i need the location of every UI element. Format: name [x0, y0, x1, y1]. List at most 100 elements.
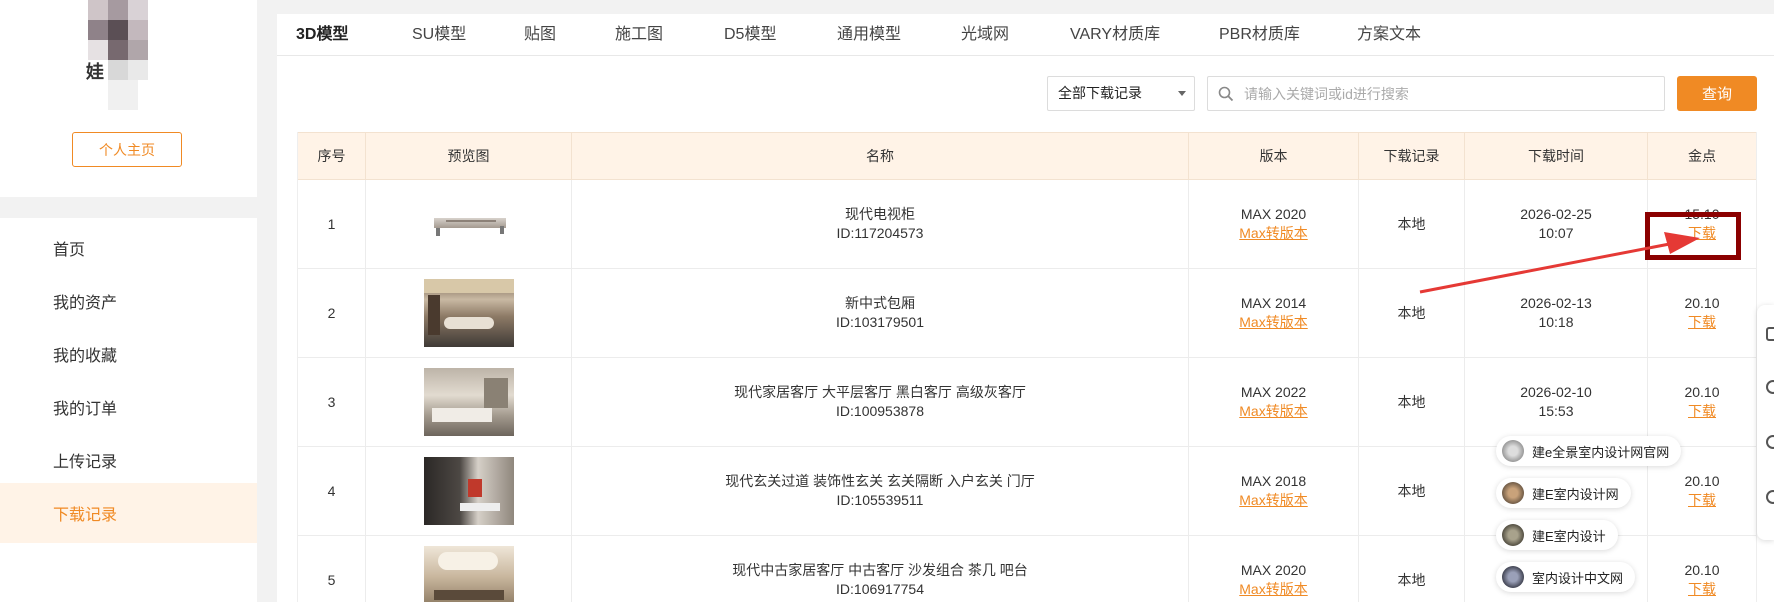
- category-tabs: 3D模型 SU模型 贴图 施工图 D5模型 通用模型 光域网 VARY材质库 P…: [277, 14, 1774, 56]
- row-index: 3: [298, 358, 366, 446]
- download-link[interactable]: 下载: [1688, 491, 1716, 510]
- version-cell: MAX 2020 Max转版本: [1189, 536, 1359, 602]
- chevron-down-icon: [1178, 91, 1186, 96]
- preview-image[interactable]: [423, 279, 514, 347]
- name-cell: 现代中古家居客厅 中古客厅 沙发组合 茶几 吧台 ID:106917754: [572, 536, 1189, 602]
- profile-name: 娃: [86, 62, 104, 82]
- time-cell: 2026-02-13 10:18: [1465, 269, 1648, 357]
- name-cell: 现代玄关过道 装饰性玄关 玄关隔断 入户玄关 门厅 ID:105539511: [572, 447, 1189, 535]
- table-header: 序号 预览图 名称 版本 下载记录 下载时间 金点: [298, 132, 1756, 180]
- version-cell: MAX 2020 Max转版本: [1189, 180, 1359, 268]
- tab-construction[interactable]: 施工图: [615, 14, 663, 56]
- col-header-index: 序号: [298, 133, 366, 179]
- row-index: 4: [298, 447, 366, 535]
- menu-item-downloads[interactable]: 下载记录: [0, 483, 257, 543]
- menu-item-uploads[interactable]: 上传记录: [0, 430, 257, 490]
- site-avatar-icon: [1502, 524, 1524, 546]
- col-header-version: 版本: [1189, 133, 1359, 179]
- main-panel: 3D模型 SU模型 贴图 施工图 D5模型 通用模型 光域网 VARY材质库 P…: [277, 14, 1774, 602]
- points-value: 20.10: [1684, 295, 1720, 311]
- search-box[interactable]: [1207, 76, 1665, 111]
- help-icon[interactable]: [1766, 490, 1774, 504]
- popup-site-design[interactable]: 建E室内设计网: [1496, 478, 1631, 508]
- convert-version-link[interactable]: Max转版本: [1239, 224, 1307, 243]
- version-cell: MAX 2014 Max转版本: [1189, 269, 1359, 357]
- download-link[interactable]: 下载: [1688, 402, 1716, 421]
- col-header-points: 金点: [1688, 148, 1716, 164]
- preview-image[interactable]: [423, 546, 514, 602]
- popup-site-official[interactable]: 建e全景室内设计网官网: [1496, 436, 1682, 466]
- tab-su-model[interactable]: SU模型: [412, 14, 466, 56]
- table-row: 2 新中式包厢 ID:103179501 MAX 2014 Max转版本 本地 …: [298, 269, 1756, 358]
- annotation-highlight-box: [1645, 212, 1741, 260]
- preview-image[interactable]: [423, 457, 514, 525]
- filter-selected-value: 全部下载记录: [1058, 85, 1142, 101]
- name-cell: 现代电视柜 ID:117204573: [572, 180, 1189, 268]
- query-button[interactable]: 查询: [1677, 76, 1757, 111]
- search-input[interactable]: [1244, 77, 1644, 110]
- chat-icon[interactable]: [1766, 380, 1774, 394]
- model-id: ID:106917754: [836, 581, 924, 597]
- model-name[interactable]: 新中式包厢: [845, 294, 915, 313]
- popup-site-interior[interactable]: 建E室内设计: [1496, 520, 1618, 550]
- popup-site-chinese[interactable]: 室内设计中文网: [1496, 562, 1636, 592]
- download-filter-select[interactable]: 全部下载记录: [1047, 76, 1195, 111]
- version-value: MAX 2020: [1240, 206, 1307, 222]
- model-name[interactable]: 现代玄关过道 装饰性玄关 玄关隔断 入户玄关 门厅: [725, 472, 1035, 491]
- model-name[interactable]: 现代中古家居客厅 中古客厅 沙发组合 茶几 吧台: [732, 561, 1028, 580]
- record-cell: 本地: [1359, 358, 1465, 446]
- name-cell: 新中式包厢 ID:103179501: [572, 269, 1189, 357]
- convert-version-link[interactable]: Max转版本: [1239, 402, 1307, 421]
- model-id: ID:105539511: [836, 492, 924, 508]
- tab-pbr-material[interactable]: PBR材质库: [1219, 14, 1300, 56]
- feedback-icon[interactable]: [1766, 435, 1774, 449]
- version-value: MAX 2020: [1240, 562, 1307, 578]
- popup-label: 室内设计中文网: [1532, 570, 1624, 586]
- time-cell: 2026-02-25 10:07: [1465, 180, 1648, 268]
- convert-version-link[interactable]: Max转版本: [1239, 491, 1307, 510]
- tab-scheme-text[interactable]: 方案文本: [1357, 14, 1421, 56]
- preview-image[interactable]: [423, 368, 514, 436]
- row-index: 1: [298, 180, 366, 268]
- col-header-preview: 预览图: [366, 133, 572, 179]
- tab-3d-model[interactable]: 3D模型: [296, 14, 348, 56]
- download-link[interactable]: 下载: [1688, 580, 1716, 599]
- tab-ies[interactable]: 光域网: [961, 14, 1009, 56]
- floating-toolbar: [1757, 305, 1774, 540]
- model-name[interactable]: 现代电视柜: [845, 205, 915, 224]
- record-cell: 本地: [1359, 536, 1465, 602]
- download-date: 2026-02-25: [1520, 206, 1592, 222]
- menu-item-orders[interactable]: 我的订单: [0, 377, 257, 437]
- personal-home-button[interactable]: 个人主页: [72, 132, 182, 167]
- popup-label: 建E室内设计网: [1532, 486, 1619, 502]
- tab-d5-model[interactable]: D5模型: [724, 14, 776, 56]
- search-icon: [1218, 86, 1234, 102]
- model-name[interactable]: 现代家居客厅 大平层客厅 黑白客厅 高级灰客厅: [734, 383, 1026, 402]
- convert-version-link[interactable]: Max转版本: [1239, 580, 1307, 599]
- tab-general-model[interactable]: 通用模型: [837, 14, 901, 56]
- headset-icon[interactable]: [1766, 327, 1774, 341]
- tab-texture[interactable]: 贴图: [524, 14, 556, 56]
- col-header-time: 下载时间: [1465, 133, 1648, 179]
- popup-label: 建E室内设计: [1532, 528, 1606, 544]
- preview-image[interactable]: [423, 190, 514, 258]
- menu-item-assets[interactable]: 我的资产: [0, 271, 257, 331]
- download-link[interactable]: 下载: [1688, 313, 1716, 332]
- row-index: 2: [298, 269, 366, 357]
- site-avatar-icon: [1502, 482, 1524, 504]
- popup-label: 建e全景室内设计网官网: [1532, 444, 1670, 460]
- tab-vary-material[interactable]: VARY材质库: [1070, 14, 1160, 56]
- points-value: 20.10: [1684, 384, 1720, 400]
- preview-cell: [366, 447, 572, 535]
- name-cell: 现代家居客厅 大平层客厅 黑白客厅 高级灰客厅 ID:100953878: [572, 358, 1189, 446]
- col-header-record: 下载记录: [1359, 133, 1465, 179]
- col-header-name: 名称: [572, 133, 1189, 179]
- time-cell: 2026-02-10 15:53: [1465, 358, 1648, 446]
- preview-cell: [366, 180, 572, 268]
- version-value: MAX 2022: [1240, 384, 1307, 400]
- menu-item-favorites[interactable]: 我的收藏: [0, 324, 257, 384]
- points-cell: 20.10 下载: [1648, 358, 1756, 446]
- convert-version-link[interactable]: Max转版本: [1239, 313, 1307, 332]
- model-id: ID:117204573: [836, 225, 924, 241]
- menu-item-home[interactable]: 首页: [0, 218, 257, 278]
